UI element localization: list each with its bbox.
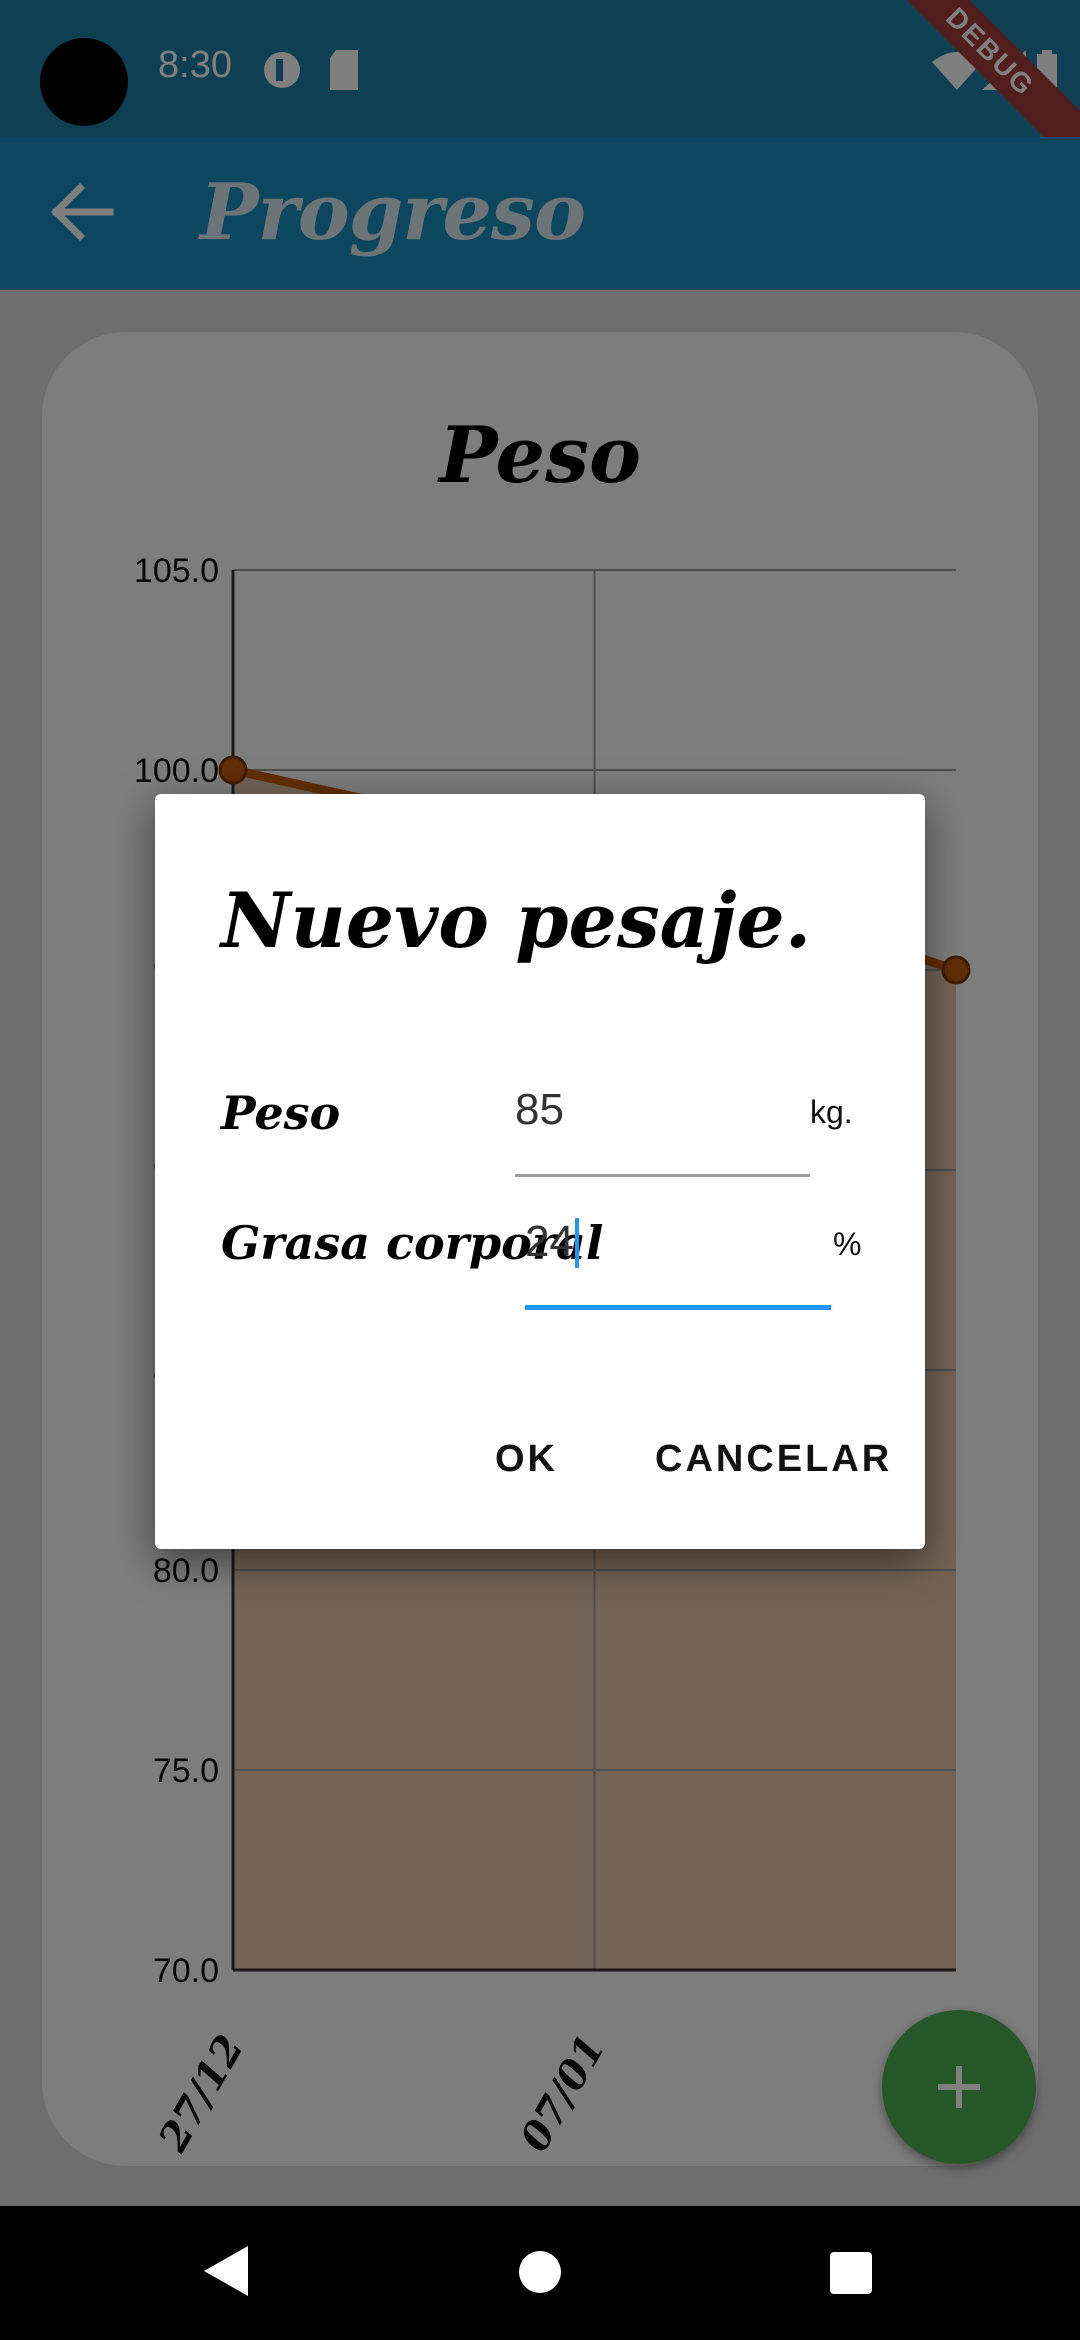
cancel-button[interactable]: CANCELAR: [655, 1438, 892, 1481]
text-cursor: [575, 1218, 579, 1268]
progress-screen: 8:30 DEBUG Progreso Peso 105.0100.095.09…: [0, 0, 1080, 2340]
nav-back-icon[interactable]: [204, 2246, 248, 2296]
weight-unit: kg.: [810, 1094, 853, 1130]
nav-recents-icon[interactable]: [830, 2252, 872, 2294]
weight-input[interactable]: [515, 1080, 805, 1140]
body-fat-underline: [525, 1305, 831, 1310]
nav-home-icon[interactable]: [518, 2250, 562, 2294]
weight-underline: [515, 1174, 810, 1177]
new-weighing-dialog: Nuevo pesaje. Peso kg. Grasa corporal % …: [155, 794, 925, 1549]
body-fat-input[interactable]: [525, 1212, 825, 1272]
dialog-title: Nuevo pesaje.: [221, 876, 812, 965]
ok-button[interactable]: OK: [495, 1438, 558, 1481]
system-nav-bar: [0, 2206, 1080, 2340]
weight-label: Peso: [221, 1086, 341, 1140]
body-fat-unit: %: [833, 1226, 862, 1262]
